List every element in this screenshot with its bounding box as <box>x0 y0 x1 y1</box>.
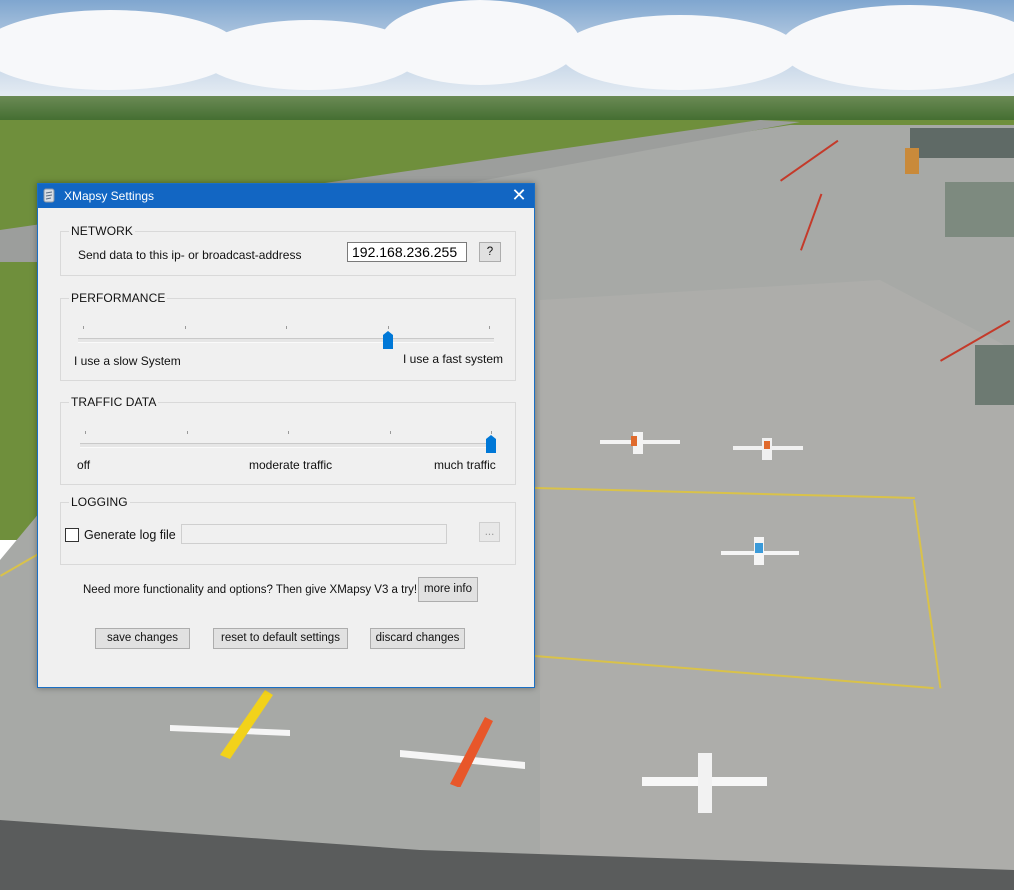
ip-address-label: Send data to this ip- or broadcast-addre… <box>78 248 302 262</box>
generate-log-label: Generate log file <box>84 528 176 542</box>
aircraft-blue <box>721 537 799 565</box>
save-changes-button[interactable]: save changes <box>95 628 190 649</box>
close-button[interactable]: ✕ <box>504 184 534 208</box>
close-icon: ✕ <box>511 185 527 205</box>
slider-tick <box>83 326 84 329</box>
slider-tick <box>288 431 289 434</box>
slider-tick <box>491 431 492 434</box>
cloud <box>560 15 800 90</box>
reset-defaults-button[interactable]: reset to default settings <box>213 628 348 649</box>
slider-tick <box>185 326 186 329</box>
aircraft-orange <box>733 438 803 460</box>
slider-tick <box>388 326 389 329</box>
more-info-button[interactable]: more info <box>418 577 478 602</box>
slider-tick <box>286 326 287 329</box>
control-building <box>945 182 1014 237</box>
window-title: XMapsy Settings <box>64 189 155 203</box>
traffic-slider-thumb[interactable] <box>486 435 496 453</box>
traffic-label-moderate: moderate traffic <box>249 458 333 472</box>
promo-text: Need more functionality and options? The… <box>83 584 418 596</box>
slider-tick <box>187 431 188 434</box>
slider-tick <box>85 431 86 434</box>
browse-log-button[interactable]: ... <box>479 522 500 542</box>
logging-group-label: LOGGING <box>69 495 130 509</box>
traffic-label-much: much traffic <box>434 458 496 472</box>
aircraft-orange-large <box>400 717 525 787</box>
traffic-slider-track[interactable] <box>80 443 496 448</box>
settings-dialog: XMapsy Settings ✕ NETWORK Send data to t… <box>37 183 535 688</box>
hangar-right <box>975 345 1014 405</box>
slider-tick <box>390 431 391 434</box>
app-icon <box>43 188 55 203</box>
aircraft-yellow <box>170 690 290 759</box>
network-group-label: NETWORK <box>69 224 136 238</box>
performance-slider-thumb[interactable] <box>382 331 393 349</box>
performance-slider-track[interactable] <box>78 338 494 343</box>
aircraft-white-orange <box>600 432 680 454</box>
terminal-building <box>910 128 1014 158</box>
traffic-group-label: TRAFFIC DATA <box>69 395 159 409</box>
traffic-label-off: off <box>77 458 91 472</box>
generate-log-checkbox[interactable] <box>65 528 79 542</box>
slider-tick <box>489 326 490 329</box>
performance-min-label: I use a slow System <box>74 354 181 368</box>
ip-address-input[interactable]: 192.168.236.255 <box>347 242 467 262</box>
hangar-building <box>905 148 919 174</box>
aircraft-white <box>642 753 767 813</box>
performance-group-label: PERFORMANCE <box>69 291 168 305</box>
discard-changes-button[interactable]: discard changes <box>370 628 465 649</box>
cloud <box>380 0 580 85</box>
help-button[interactable]: ? <box>479 242 501 262</box>
performance-max-label: I use a fast system <box>403 352 504 366</box>
title-bar: XMapsy Settings ✕ <box>38 184 534 208</box>
log-file-path-input[interactable] <box>181 524 447 544</box>
